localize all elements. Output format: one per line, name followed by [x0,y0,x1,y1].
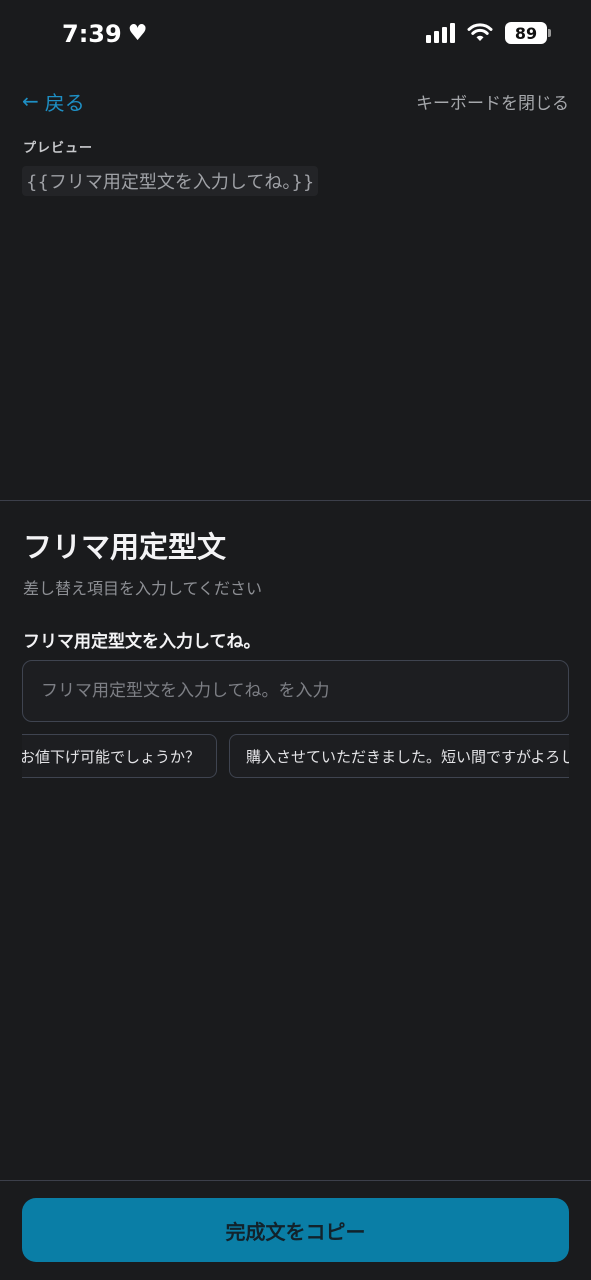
cellular-signal-icon [426,23,455,43]
top-nav: ← 戻る キーボードを閉じる [22,86,569,116]
status-time: 7:39 ♥ [62,20,147,48]
status-indicators: 89 [426,22,551,44]
preview-text: {{フリマ用定型文を入力してね。}} [22,166,319,196]
status-time-text: 7:39 [62,20,122,48]
copy-result-button[interactable]: 完成文をコピー [22,1198,569,1262]
template-title: フリマ用定型文 [23,530,227,564]
screen: 7:39 ♥ 89 ← 戻る キーボードを閉じる プレビュー {{フリマ用定型文… [0,0,591,1280]
template-subtitle: 差し替え項目を入力してください [23,579,263,598]
battery-level: 89 [514,23,538,43]
section-divider [0,500,591,501]
template-input[interactable] [41,681,550,701]
suggestion-chip[interactable]: 購入させていただきました。短い間ですがよろしくお願いします。 [229,734,569,778]
arrow-left-icon: ← [22,89,39,113]
battery-icon: 89 [505,22,551,44]
close-keyboard-button[interactable]: キーボードを閉じる [416,89,569,114]
suggestion-chip[interactable]: お値下げ可能でしょうか？ [22,734,217,778]
footer-divider [0,1180,591,1181]
heart-icon: ♥ [127,21,148,46]
field-label: フリマ用定型文を入力してね。 [23,632,261,652]
back-button-label: 戻る [44,90,85,115]
back-button[interactable]: ← 戻る [22,87,85,116]
wifi-icon [467,23,493,41]
preview-label: プレビュー [23,141,94,156]
template-input-field[interactable] [22,660,569,722]
status-bar: 7:39 ♥ 89 [0,0,591,72]
suggestion-chips: お値下げ可能でしょうか？ 購入させていただきました。短い間ですがよろしくお願いし… [22,734,569,780]
